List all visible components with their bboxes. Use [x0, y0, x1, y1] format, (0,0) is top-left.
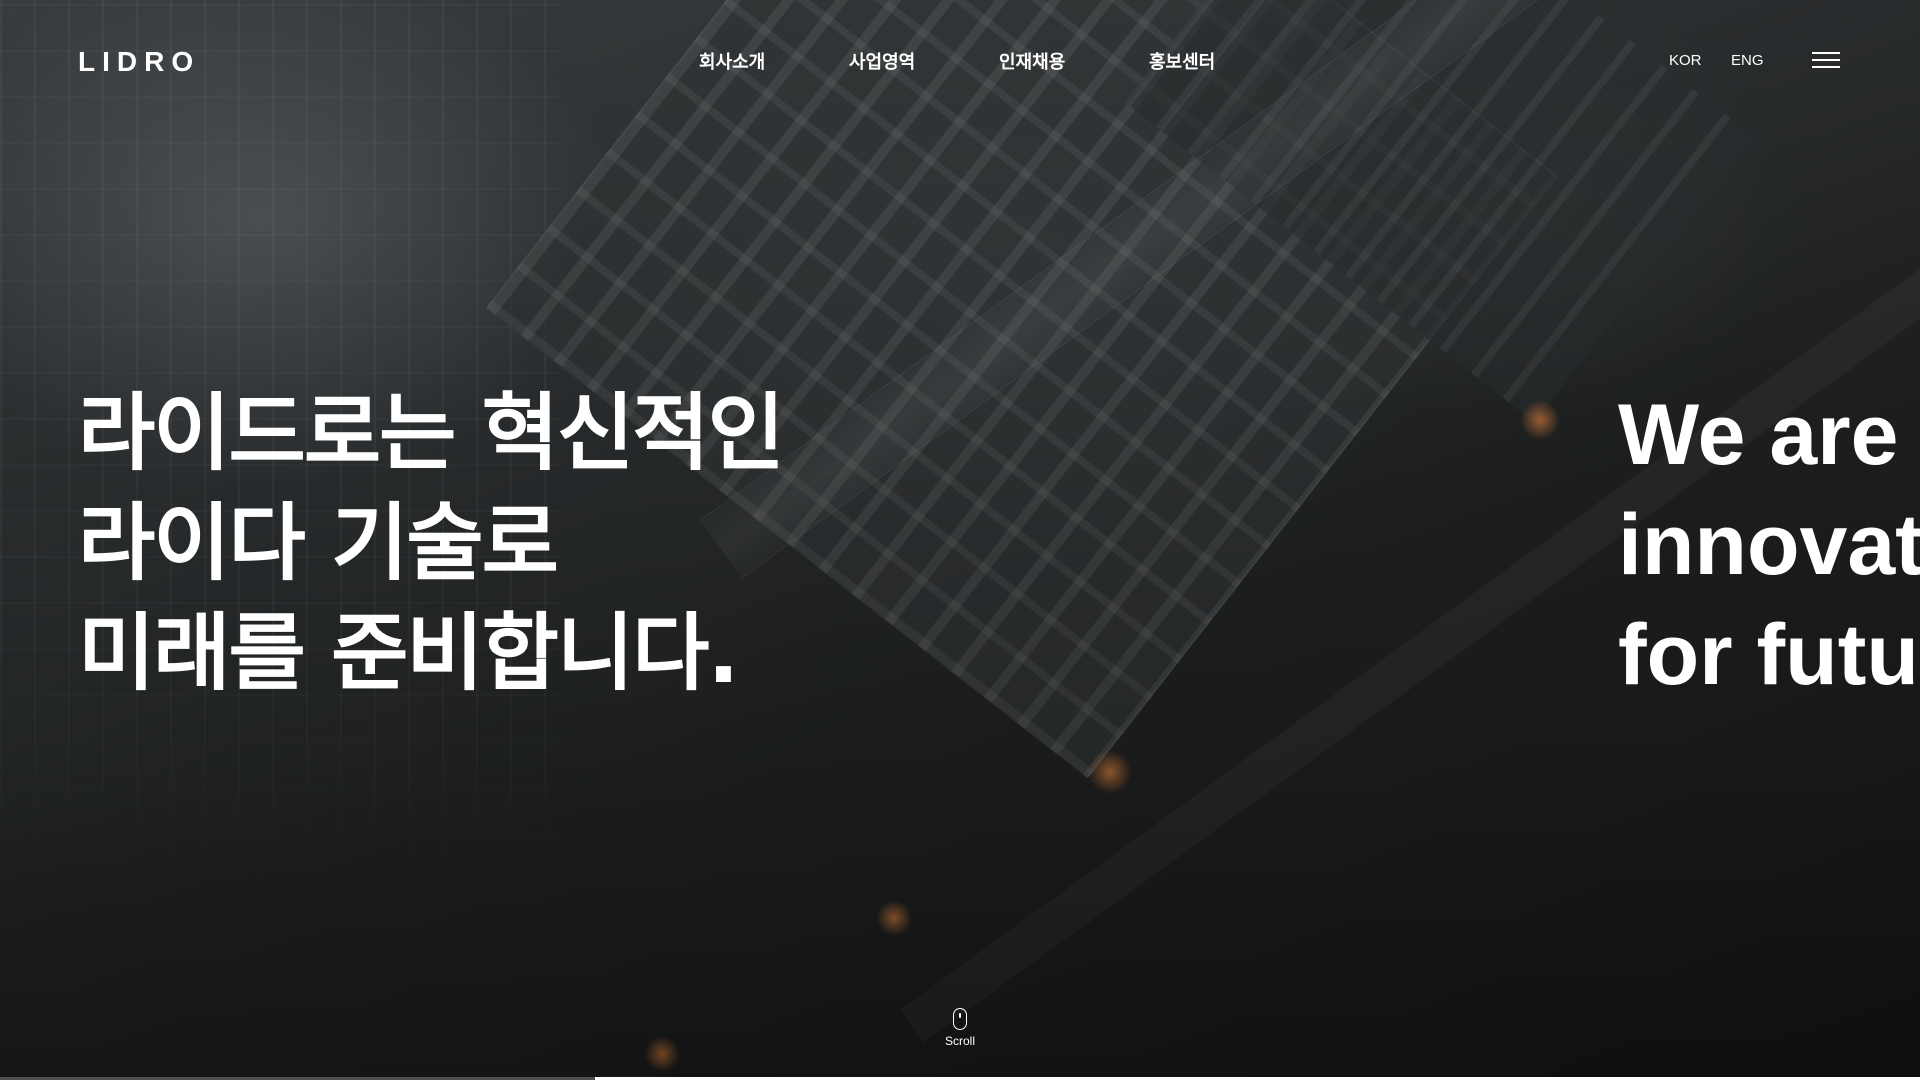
hero-headline-line: We are: [1618, 387, 1899, 483]
main-navigation: 회사소개 사업영역 인재채용 홍보센터: [0, 48, 1920, 72]
hero-headline-english: We are innovat for futu: [1618, 380, 1920, 710]
hamburger-line: [1812, 52, 1840, 54]
hero-headline-line: for futu: [1618, 607, 1919, 703]
hamburger-line: [1812, 66, 1840, 68]
hamburger-line: [1812, 59, 1840, 61]
hero-headline-line: innovat: [1618, 497, 1920, 593]
hero-headline-line: 라이다 기술로: [78, 494, 559, 592]
nav-item-pr-center[interactable]: 홍보센터: [1149, 48, 1215, 74]
hero-headline-korean: 라이드로는 혁신적인 라이다 기술로 미래를 준비합니다.: [78, 378, 785, 708]
hero-headline-line: 라이드로는 혁신적인: [78, 384, 785, 482]
scroll-indicator[interactable]: Scroll: [930, 1008, 990, 1056]
scroll-label: Scroll: [944, 1034, 975, 1048]
hero-headline-line: 미래를 준비합니다.: [78, 604, 739, 702]
nav-item-business[interactable]: 사업영역: [849, 48, 915, 74]
hamburger-menu-icon[interactable]: [1812, 50, 1840, 72]
nav-item-company[interactable]: 회사소개: [699, 48, 765, 74]
language-eng-link[interactable]: ENG: [1731, 52, 1764, 69]
mouse-icon: [953, 1008, 967, 1030]
language-kor-link[interactable]: KOR: [1669, 52, 1702, 69]
hero-section: LIDRO 회사소개 사업영역 인재채용 홍보센터 KOR ENG 라이드로는 …: [0, 0, 1920, 1080]
site-header: LIDRO 회사소개 사업영역 인재채용 홍보센터 KOR ENG: [0, 0, 1920, 120]
hero-headline-english-container: We are innovat for futu: [1618, 380, 1920, 720]
nav-item-careers[interactable]: 인재채용: [999, 48, 1065, 74]
